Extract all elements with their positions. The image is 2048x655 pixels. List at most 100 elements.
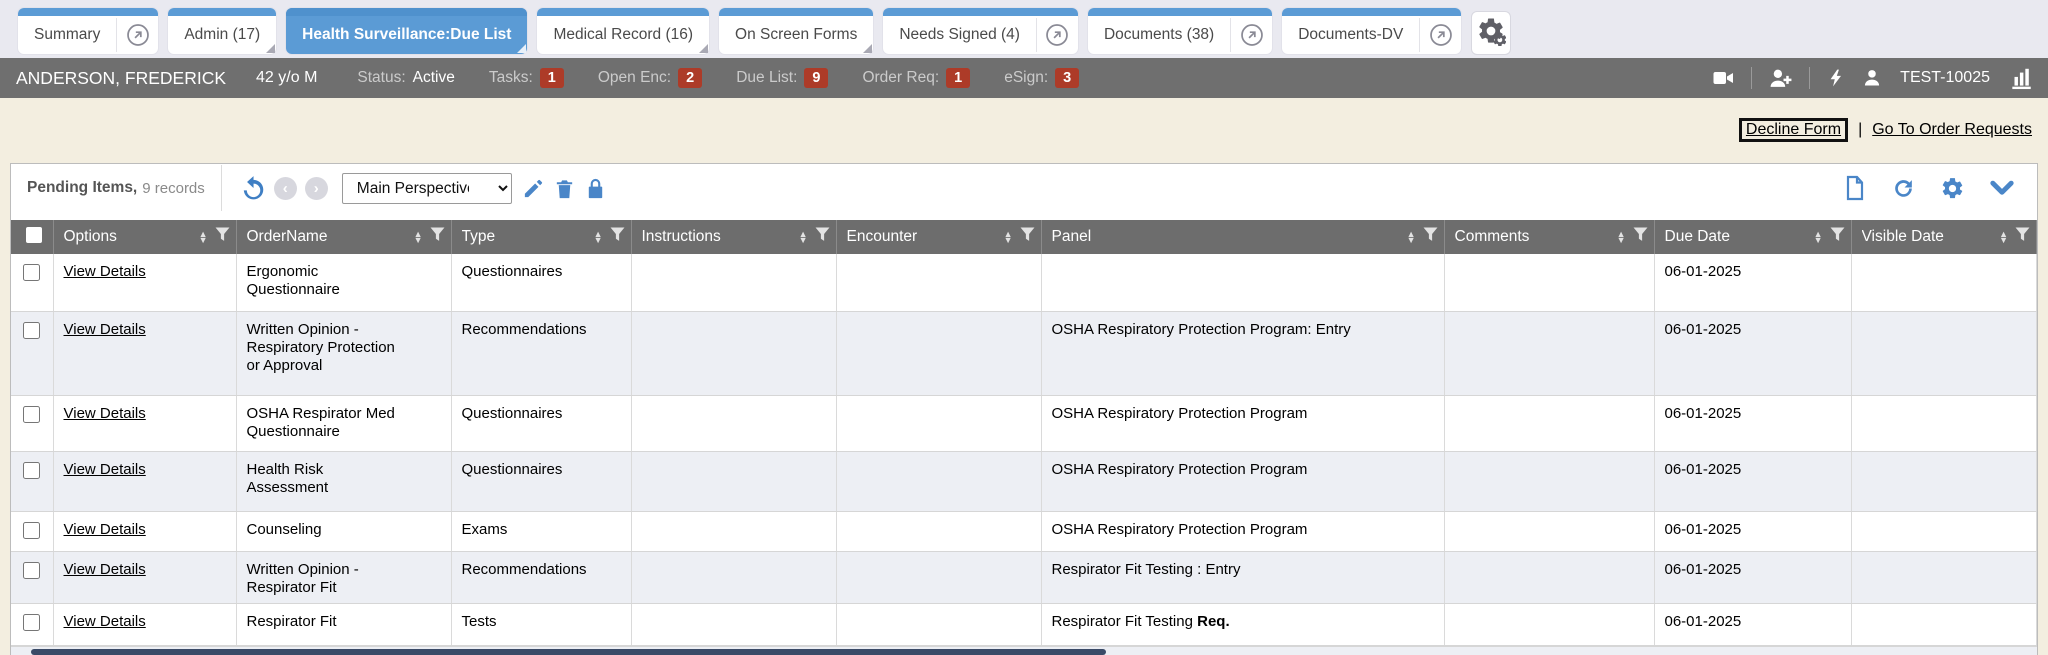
horizontal-scrollbar-thumb[interactable]	[31, 649, 1106, 655]
filter-funnel-icon[interactable]	[2015, 227, 2030, 247]
open-in-new-window-icon[interactable]	[1230, 18, 1272, 52]
trash-icon[interactable]	[553, 177, 576, 200]
column-header-comments[interactable]: Comments▲▼	[1444, 216, 1654, 254]
tab-dropdown-fold-icon	[699, 44, 708, 53]
filter-funnel-icon[interactable]	[1423, 227, 1438, 247]
row-checkbox[interactable]	[23, 562, 40, 579]
action-links: Decline Form | Go To Order Requests	[1739, 118, 2032, 142]
view-details-link[interactable]: View Details	[64, 321, 146, 338]
sort-icon[interactable]: ▲▼	[799, 231, 808, 243]
order-name-cell: Health Risk Assessment	[236, 451, 451, 511]
tab-documents-38-[interactable]: Documents (38)	[1088, 8, 1272, 54]
options-cell: View Details	[53, 395, 236, 451]
order-name-cell: OSHA Respirator Med Questionnaire	[236, 395, 451, 451]
select-all-header-cell	[11, 216, 53, 254]
column-header-options[interactable]: Options▲▼	[53, 216, 236, 254]
select-all-checkbox[interactable]	[26, 227, 42, 243]
row-checkbox[interactable]	[23, 462, 40, 479]
due-list-badge[interactable]: 9	[804, 68, 828, 88]
column-header-type[interactable]: Type▲▼	[451, 216, 631, 254]
row-checkbox[interactable]	[23, 406, 40, 423]
row-checkbox[interactable]	[23, 522, 40, 539]
tab-documents-dv[interactable]: Documents-DV	[1282, 8, 1461, 54]
row-checkbox-cell	[11, 603, 53, 645]
sort-icon[interactable]: ▲▼	[1814, 231, 1823, 243]
perspective-select[interactable]: Main Perspective	[342, 173, 512, 204]
lock-icon[interactable]	[584, 177, 607, 200]
order-req-badge[interactable]: 1	[946, 68, 970, 88]
tab-medical-record-16-[interactable]: Medical Record (16)	[537, 8, 709, 54]
pencil-icon[interactable]	[522, 177, 545, 200]
open-in-new-window-icon[interactable]	[1036, 18, 1078, 52]
chevron-down-icon[interactable]	[1989, 178, 2015, 198]
open-in-new-window-icon[interactable]	[116, 18, 158, 52]
video-camera-icon[interactable]	[1711, 66, 1735, 90]
filter-funnel-icon[interactable]	[215, 227, 230, 247]
row-checkbox-cell	[11, 451, 53, 511]
column-header-due-date[interactable]: Due Date▲▼	[1654, 216, 1851, 254]
column-header-ordername[interactable]: OrderName▲▼	[236, 216, 451, 254]
tasks-badge[interactable]: 1	[540, 68, 564, 88]
go-to-order-requests-link[interactable]: Go To Order Requests	[1872, 121, 2032, 139]
sort-icon[interactable]: ▲▼	[1004, 231, 1013, 243]
row-checkbox-cell	[11, 254, 53, 311]
comments-cell	[1444, 451, 1654, 511]
filter-funnel-icon[interactable]	[1020, 227, 1035, 247]
table-header: Options▲▼OrderName▲▼Type▲▼Instructions▲▼…	[11, 216, 2037, 254]
open-enc-badge[interactable]: 2	[678, 68, 702, 88]
tab-top-strip	[18, 8, 158, 16]
column-label: Type	[462, 228, 594, 246]
tab-settings-button[interactable]	[1471, 11, 1511, 55]
row-checkbox[interactable]	[23, 614, 40, 631]
column-header-visible-date[interactable]: Visible Date▲▼	[1851, 216, 2037, 254]
chevron-left-icon[interactable]: ‹	[274, 177, 297, 200]
person-add-icon[interactable]	[1768, 66, 1793, 91]
sort-icon[interactable]: ▲▼	[594, 231, 603, 243]
tab-health-surveillance-due-list[interactable]: Health Surveillance:Due List	[286, 8, 527, 54]
pending-items-table: Options▲▼OrderName▲▼Type▲▼Instructions▲▼…	[11, 212, 2037, 646]
refresh-icon[interactable]	[1891, 176, 1916, 201]
view-details-link[interactable]: View Details	[64, 461, 146, 478]
tab-admin-17-[interactable]: Admin (17)	[168, 8, 276, 54]
filter-funnel-icon[interactable]	[610, 227, 625, 247]
view-details-link[interactable]: View Details	[64, 521, 146, 538]
sort-icon[interactable]: ▲▼	[1617, 231, 1626, 243]
row-checkbox[interactable]	[23, 322, 40, 339]
decline-form-button[interactable]: Decline Form	[1739, 118, 1848, 142]
bar-chart-icon[interactable]	[2008, 65, 2034, 91]
instructions-cell	[631, 511, 836, 551]
tasks-label: Tasks:	[489, 69, 533, 87]
filter-funnel-icon[interactable]	[430, 227, 445, 247]
tab-summary[interactable]: Summary	[18, 8, 158, 54]
gear-icon[interactable]	[1940, 176, 1965, 201]
view-details-link[interactable]: View Details	[64, 561, 146, 578]
column-header-instructions[interactable]: Instructions▲▼	[631, 216, 836, 254]
column-header-encounter[interactable]: Encounter▲▼	[836, 216, 1041, 254]
chevron-right-icon[interactable]: ›	[305, 177, 328, 200]
esign-badge[interactable]: 3	[1055, 68, 1079, 88]
view-details-link[interactable]: View Details	[64, 405, 146, 422]
person-icon[interactable]	[1862, 68, 1882, 88]
undo-icon[interactable]	[240, 175, 266, 201]
sort-icon[interactable]: ▲▼	[199, 231, 208, 243]
filter-funnel-icon[interactable]	[1633, 227, 1648, 247]
tab-label: On Screen Forms	[719, 16, 873, 46]
sort-icon[interactable]: ▲▼	[1407, 231, 1416, 243]
row-checkbox[interactable]	[23, 264, 40, 281]
tab-top-strip	[168, 8, 276, 16]
view-details-link[interactable]: View Details	[64, 613, 146, 630]
panel-cell: Respirator Fit Testing Req.	[1041, 603, 1444, 645]
sort-icon[interactable]: ▲▼	[414, 231, 423, 243]
options-cell: View Details	[53, 254, 236, 311]
filter-funnel-icon[interactable]	[1830, 227, 1845, 247]
decline-form-link[interactable]: Decline Form	[1746, 121, 1841, 138]
open-in-new-window-icon[interactable]	[1419, 18, 1461, 52]
new-document-icon[interactable]	[1843, 175, 1867, 201]
filter-funnel-icon[interactable]	[815, 227, 830, 247]
view-details-link[interactable]: View Details	[64, 263, 146, 280]
tab-needs-signed-4-[interactable]: Needs Signed (4)	[883, 8, 1078, 54]
column-header-panel[interactable]: Panel▲▼	[1041, 216, 1444, 254]
tab-on-screen-forms[interactable]: On Screen Forms	[719, 8, 873, 54]
lightning-bolt-icon[interactable]	[1826, 66, 1846, 90]
sort-icon[interactable]: ▲▼	[1999, 231, 2008, 243]
